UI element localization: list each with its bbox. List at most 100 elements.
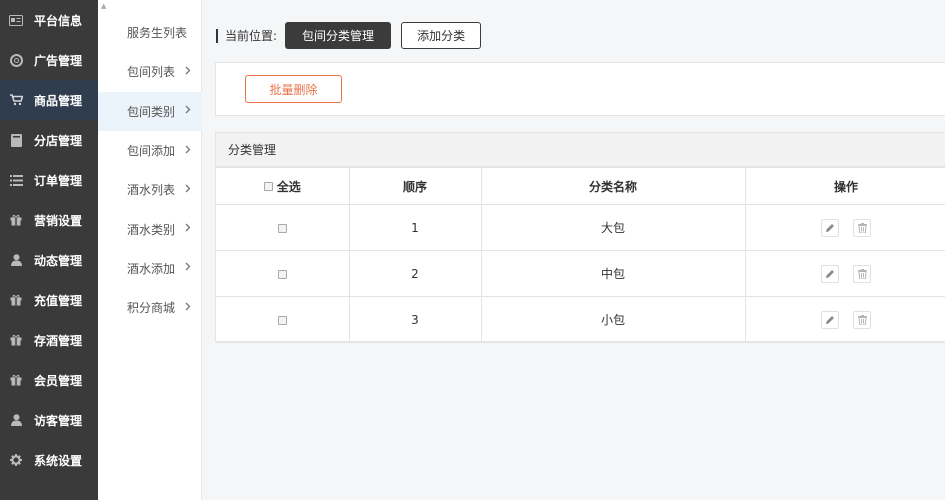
- panel-title: 分类管理: [216, 133, 945, 167]
- select-all-label: 全选: [276, 179, 301, 194]
- subnav-item[interactable]: 积分商城: [98, 288, 202, 327]
- edit-icon[interactable]: [821, 264, 839, 283]
- chevron-right-icon: [185, 262, 191, 274]
- add-category-button[interactable]: 添加分类: [401, 22, 482, 49]
- subnav-item[interactable]: 包间列表: [98, 52, 202, 91]
- cart-icon: [8, 92, 24, 108]
- batch-delete-button[interactable]: 批量删除: [245, 75, 342, 103]
- table-row: 1 大包: [216, 204, 945, 251]
- sidebar-item-label: 平台信息: [34, 13, 83, 28]
- subnav-item-label: 酒水添加: [127, 261, 176, 276]
- select-all-header: 全选: [216, 167, 350, 205]
- row-order: 2: [348, 250, 482, 297]
- subnav-item[interactable]: 酒水类别: [98, 209, 202, 248]
- row-ops: [744, 250, 945, 297]
- lifebuoy-icon: [8, 52, 24, 68]
- subnav-item[interactable]: 服务生列表: [98, 13, 202, 52]
- subnav-item-label: 包间列表: [127, 65, 176, 80]
- row-checkbox[interactable]: [277, 223, 287, 233]
- edit-icon[interactable]: [821, 310, 839, 329]
- trash-icon[interactable]: [853, 310, 871, 329]
- sidebar-item[interactable]: 商品管理: [0, 80, 98, 120]
- chevron-right-icon: [185, 223, 191, 235]
- sidebar-item-label: 广告管理: [34, 53, 83, 68]
- sidebar-item[interactable]: 动态管理: [0, 240, 98, 280]
- subnav-item-label: 积分商城: [127, 301, 176, 316]
- scroll-up-icon[interactable]: ▲: [101, 2, 109, 10]
- sidebar-item[interactable]: 订单管理: [0, 160, 98, 200]
- row-select-cell: [216, 204, 350, 251]
- sidebar-item-label: 商品管理: [34, 93, 83, 108]
- edit-icon[interactable]: [821, 218, 839, 237]
- sidebar-item[interactable]: 营销设置: [0, 200, 98, 240]
- sidebar-item[interactable]: 访客管理: [0, 400, 98, 440]
- main-content: 当前位置: 包间分类管理 添加分类 批量删除 分类管理 全选 顺序 分类名称 操…: [202, 0, 945, 500]
- row-checkbox[interactable]: [277, 315, 287, 325]
- name-header: 分类名称: [480, 167, 746, 205]
- subnav-item[interactable]: 包间类别: [98, 91, 202, 131]
- user-icon: [8, 252, 24, 268]
- category-table-panel: 分类管理 全选 顺序 分类名称 操作 1 大包 2 中包 3 小包: [215, 132, 945, 343]
- card-icon: [8, 12, 24, 28]
- trash-icon[interactable]: [853, 218, 871, 237]
- sidebar-item-label: 订单管理: [34, 173, 83, 188]
- sidebar-item-label: 会员管理: [34, 373, 83, 388]
- book-icon: [8, 132, 24, 148]
- gift-icon: [8, 212, 24, 228]
- sidebar-item[interactable]: 分店管理: [0, 120, 98, 160]
- table-header-row: 全选 顺序 分类名称 操作: [216, 167, 945, 205]
- sidebar-item-label: 系统设置: [34, 453, 83, 468]
- chevron-right-icon: [185, 145, 191, 157]
- sidebar-item[interactable]: 会员管理: [0, 360, 98, 400]
- row-order: 3: [348, 296, 482, 343]
- sidebar-item[interactable]: 充值管理: [0, 280, 98, 320]
- subnav-item-label: 酒水列表: [127, 183, 176, 198]
- gift-icon: [8, 292, 24, 308]
- sidebar-item-label: 分店管理: [34, 133, 83, 148]
- table-row: 2 中包: [216, 250, 945, 297]
- sub-navigation: ▲ 服务生列表包间列表包间类别包间添加酒水列表酒水类别酒水添加积分商城: [98, 0, 202, 500]
- order-header: 顺序: [348, 167, 482, 205]
- ops-header: 操作: [744, 167, 945, 205]
- row-ops: [744, 204, 945, 251]
- subnav-item[interactable]: 酒水添加: [98, 249, 202, 288]
- sidebar-item-label: 存酒管理: [34, 333, 83, 348]
- chevron-right-icon: [185, 105, 191, 117]
- sidebar-item[interactable]: 系统设置: [0, 440, 98, 480]
- row-select-cell: [216, 250, 350, 297]
- chevron-right-icon: [185, 184, 191, 196]
- sidebar-item-label: 充值管理: [34, 293, 83, 308]
- gift-icon: [8, 372, 24, 388]
- sidebar-item[interactable]: 平台信息: [0, 0, 98, 40]
- table-row: 3 小包: [216, 296, 945, 343]
- subnav-item[interactable]: 包间添加: [98, 131, 202, 170]
- sidebar-item-label: 访客管理: [34, 413, 83, 428]
- row-ops: [744, 296, 945, 343]
- select-all-checkbox[interactable]: [263, 181, 273, 191]
- gear-icon: [8, 452, 24, 468]
- current-page-button[interactable]: 包间分类管理: [285, 22, 392, 49]
- trash-icon[interactable]: [853, 264, 871, 283]
- user-icon: [8, 412, 24, 428]
- row-select-cell: [216, 296, 350, 343]
- breadcrumb-bar: [216, 28, 218, 43]
- row-name: 中包: [480, 250, 746, 297]
- list-icon: [8, 172, 24, 188]
- breadcrumb: 当前位置: 包间分类管理 添加分类: [216, 22, 482, 49]
- sidebar-item[interactable]: 广告管理: [0, 40, 98, 80]
- row-name: 大包: [480, 204, 746, 251]
- breadcrumb-label: 当前位置:: [225, 29, 278, 43]
- chevron-right-icon: [185, 66, 191, 78]
- category-table: 全选 顺序 分类名称 操作 1 大包 2 中包 3 小包: [216, 167, 945, 343]
- gift-icon: [8, 332, 24, 348]
- row-name: 小包: [480, 296, 746, 343]
- subnav-item-label: 酒水类别: [127, 222, 176, 237]
- action-panel: 批量删除: [215, 62, 945, 116]
- subnav-item-label: 包间类别: [127, 104, 176, 119]
- subnav-item-label: 服务生列表: [127, 26, 188, 41]
- main-sidebar: 平台信息广告管理商品管理分店管理订单管理营销设置 动态管理充值管理存酒管理会员管理…: [0, 0, 98, 500]
- row-checkbox[interactable]: [277, 269, 287, 279]
- sidebar-item[interactable]: 存酒管理: [0, 320, 98, 360]
- subnav-item[interactable]: 酒水列表: [98, 170, 202, 209]
- chevron-right-icon: [185, 302, 191, 314]
